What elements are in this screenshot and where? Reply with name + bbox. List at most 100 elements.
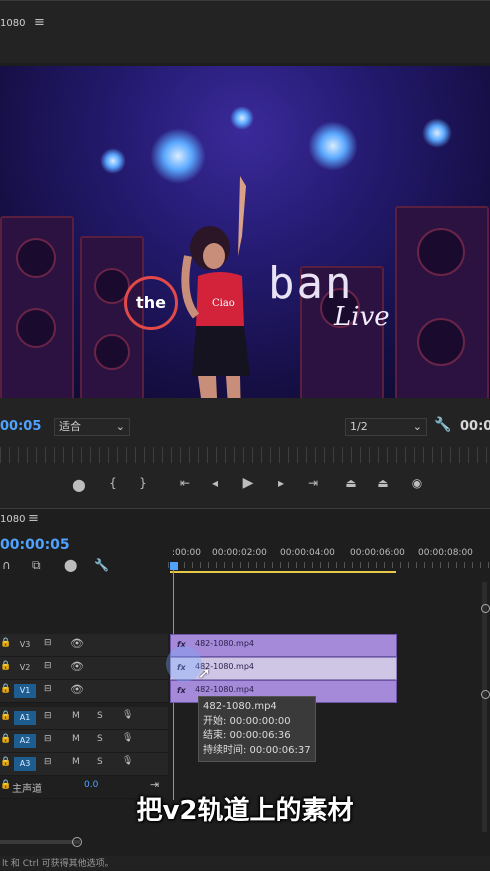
timeline-ruler[interactable]: :00:00 00:00:02:00 00:00:04:00 00:00:06:… xyxy=(168,540,490,573)
lock-icon[interactable]: 🔒 xyxy=(0,780,11,790)
scroll-handle[interactable] xyxy=(481,690,490,699)
resolution-dropdown[interactable]: 1/2 ⌄ xyxy=(345,418,427,436)
timeline-sequence-title: 1080 xyxy=(0,514,26,525)
singer-figure: Ciao xyxy=(181,176,250,398)
fit-dropdown-value: 适合 xyxy=(59,420,81,433)
microphone-icon[interactable]: 🎙 xyxy=(122,733,133,743)
eye-icon[interactable]: 👁 xyxy=(70,637,84,650)
extract-icon[interactable]: ⏏ xyxy=(374,476,392,490)
track-header-a3[interactable]: 🔒 A3 ⊟ M S 🎙 xyxy=(0,753,168,776)
microphone-icon[interactable]: 🎙 xyxy=(122,756,133,766)
toggle-sync-icon[interactable]: ⊟ xyxy=(44,638,52,648)
solo-button[interactable]: S xyxy=(97,734,103,744)
toggle-sync-icon[interactable]: ⊟ xyxy=(44,757,52,767)
ruler-label: 00:00:06:00 xyxy=(350,548,405,558)
play-icon[interactable]: ▶ xyxy=(239,475,257,491)
status-bar: lt 和 Ctrl 可获得其他选项。 xyxy=(0,856,490,870)
timeline-timecode[interactable]: 00:00:05 xyxy=(0,537,70,553)
resolution-value: 1/2 xyxy=(350,420,368,433)
track-label[interactable]: V1 xyxy=(14,684,36,698)
horizontal-scrollbar[interactable] xyxy=(0,840,80,844)
clip-tooltip: 482-1080.mp4 开始: 00:00:00:00 结束: 00:00:0… xyxy=(198,696,316,762)
ruler-ticks xyxy=(168,562,490,568)
transport-bar: ⬤ { } ⇤ ◂ ▶ ▸ ⇥ ⏏ ⏏ ◉ xyxy=(0,470,490,500)
lock-icon[interactable]: 🔒 xyxy=(0,638,11,648)
track-label[interactable]: A1 xyxy=(14,711,36,725)
marker-icon[interactable]: ⬤ xyxy=(70,478,88,492)
mute-button[interactable]: M xyxy=(72,711,80,721)
mouse-cursor-icon: ➚ xyxy=(198,664,211,682)
tooltip-end: 结束: 00:00:06:36 xyxy=(203,730,291,741)
clip-v3[interactable]: fx 482-1080.mp4 xyxy=(170,634,397,657)
mute-button[interactable]: M xyxy=(72,757,80,767)
solo-button[interactable]: S xyxy=(97,711,103,721)
tooltip-start: 开始: 00:00:00:00 xyxy=(203,715,291,727)
mute-button[interactable]: M xyxy=(72,734,80,744)
track-label[interactable]: A2 xyxy=(14,734,36,748)
track-header-v2[interactable]: 🔒 V2 ⊟ 👁 xyxy=(0,657,168,680)
scroll-handle[interactable] xyxy=(72,837,82,847)
linked-selection-icon[interactable]: ⧉ xyxy=(32,558,41,573)
scroll-handle[interactable] xyxy=(481,604,490,613)
ruler-label: :00:00 xyxy=(172,548,201,558)
fit-dropdown[interactable]: 适合 ⌄ xyxy=(54,418,130,436)
sign-live: Live xyxy=(334,302,390,332)
ruler-label: 00:00:04:00 xyxy=(280,548,335,558)
microphone-icon[interactable]: 🎙 xyxy=(122,710,133,720)
mark-in-icon[interactable]: { xyxy=(104,476,122,490)
program-monitor-header: 1080 ≡ xyxy=(0,0,490,63)
track-label[interactable]: A3 xyxy=(14,757,36,771)
svg-text:Ciao: Ciao xyxy=(212,298,235,309)
sequence-title: 1080 xyxy=(0,18,26,29)
stage-light xyxy=(100,148,126,174)
eye-icon[interactable]: 👁 xyxy=(70,660,84,673)
mark-out-icon[interactable]: } xyxy=(134,476,152,490)
fx-icon: fx xyxy=(177,686,186,695)
go-to-in-icon[interactable]: ⇤ xyxy=(176,476,194,490)
go-to-out-icon[interactable]: ⇥ xyxy=(304,476,322,490)
eye-icon[interactable]: 👁 xyxy=(70,683,84,696)
hamburger-menu-icon[interactable]: ≡ xyxy=(28,511,39,526)
track-header-v3[interactable]: 🔒 V3 ⊟ 👁 xyxy=(0,634,168,657)
tooltip-clip-name: 482-1080.mp4 xyxy=(203,701,277,712)
toggle-sync-icon[interactable]: ⊟ xyxy=(44,684,52,694)
duration-timecode: 00:0 xyxy=(460,419,490,434)
lock-icon[interactable]: 🔒 xyxy=(0,684,11,694)
monitor-time-ruler[interactable] xyxy=(0,447,490,463)
add-marker-icon[interactable]: ⬤ xyxy=(64,558,77,572)
lift-icon[interactable]: ⏏ xyxy=(342,476,360,490)
speaker-stack xyxy=(0,216,74,398)
toggle-sync-icon[interactable]: ⊟ xyxy=(44,711,52,721)
export-frame-icon[interactable]: ◉ xyxy=(408,476,426,490)
wrench-icon[interactable]: 🔧 xyxy=(94,558,109,572)
track-label[interactable]: V3 xyxy=(14,638,36,652)
track-header-a1[interactable]: 🔒 A1 ⊟ M S 🎙 xyxy=(0,707,168,730)
lock-icon[interactable]: 🔒 xyxy=(0,734,11,744)
playhead-timecode[interactable]: 00:05 xyxy=(0,419,41,434)
chevron-down-icon: ⌄ xyxy=(115,420,125,433)
track-header-a2[interactable]: 🔒 A2 ⊟ M S 🎙 xyxy=(0,730,168,753)
step-forward-icon[interactable]: ▸ xyxy=(272,476,290,490)
timeline-tools: ∩ ⧉ ⬤ 🔧 xyxy=(0,558,168,574)
wrench-icon[interactable]: 🔧 xyxy=(434,417,451,433)
toggle-sync-icon[interactable]: ⊟ xyxy=(44,734,52,744)
stage-light xyxy=(230,106,254,130)
step-back-icon[interactable]: ◂ xyxy=(206,476,224,490)
hamburger-menu-icon[interactable]: ≡ xyxy=(34,15,45,30)
lock-icon[interactable]: 🔒 xyxy=(0,661,11,671)
work-area-bar[interactable] xyxy=(170,571,396,573)
track-label[interactable]: V2 xyxy=(14,661,36,675)
program-monitor-video: the ban Live Ciao xyxy=(0,66,490,398)
stage-light xyxy=(422,118,452,148)
playhead-handle[interactable] xyxy=(170,562,178,570)
speaker-stack xyxy=(395,206,489,398)
toggle-sync-icon[interactable]: ⊟ xyxy=(44,661,52,671)
snap-icon[interactable]: ∩ xyxy=(2,558,11,572)
master-volume[interactable]: 0.0 xyxy=(84,780,98,790)
tooltip-duration: 持续时间: 00:00:06:37 xyxy=(203,744,311,756)
clip-name: 482-1080.mp4 xyxy=(195,685,255,694)
solo-button[interactable]: S xyxy=(97,757,103,767)
track-header-v1[interactable]: 🔒 V1 ⊟ 👁 xyxy=(0,680,168,703)
lock-icon[interactable]: 🔒 xyxy=(0,711,11,721)
lock-icon[interactable]: 🔒 xyxy=(0,757,11,767)
